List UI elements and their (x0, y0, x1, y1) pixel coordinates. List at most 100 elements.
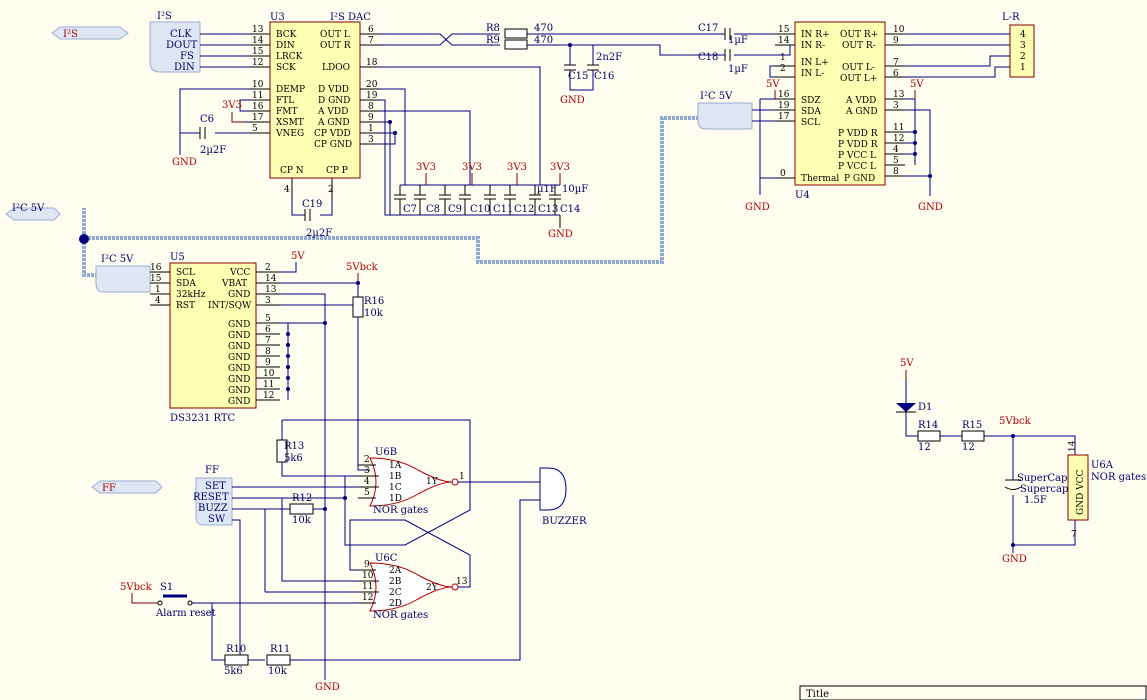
v5-u5: 5V (291, 251, 305, 262)
svg-text:IN L-: IN L- (801, 69, 824, 79)
r14-body (917, 430, 941, 442)
svg-text:U6A: U6A (1091, 460, 1114, 471)
i2c-port-left[interactable]: I²C 5V (5, 203, 61, 221)
svg-text:VCC: VCC (229, 268, 250, 278)
svg-text:RST: RST (176, 301, 195, 311)
svg-text:C13: C13 (538, 204, 558, 215)
svg-text:4: 4 (284, 185, 290, 195)
svg-text:D VDD: D VDD (318, 85, 349, 95)
svg-text:VBAT: VBAT (221, 279, 247, 289)
r12-value: 10k (292, 515, 312, 526)
svg-text:OUT R: OUT R (320, 41, 351, 51)
svg-text:FF: FF (102, 483, 116, 494)
svg-text:10µF: 10µF (562, 184, 588, 195)
ff-sig-set: SET (205, 481, 226, 492)
r10-body (224, 654, 249, 666)
r16-body (352, 296, 364, 318)
svg-text:12: 12 (362, 593, 373, 603)
i2s-port[interactable]: I²S (51, 26, 129, 40)
v5-d1: 5V (900, 358, 914, 369)
svg-text:A GND: A GND (317, 118, 350, 128)
svg-text:470: 470 (534, 35, 553, 46)
r13-ref: R13 (284, 441, 304, 452)
svg-text:D GND: D GND (318, 96, 350, 106)
c6-value: 2µ2F (200, 145, 226, 156)
ff-port[interactable]: FF (91, 480, 163, 494)
svg-text:GND: GND (228, 386, 250, 396)
svg-text:OUT R+: OUT R+ (840, 30, 878, 40)
svg-text:1: 1 (780, 53, 786, 63)
v5-u4-sdz: 5V (766, 79, 780, 90)
d1-ref: D1 (918, 402, 932, 413)
c16-ref: C16 (594, 71, 614, 82)
v5bck-u5: 5Vbck (346, 262, 379, 273)
svg-text:4: 4 (1020, 30, 1026, 40)
gnd-u4-left: GND (745, 202, 770, 213)
r12-body (289, 503, 314, 515)
svg-text:U6B: U6B (375, 447, 397, 458)
svg-text:SDZ: SDZ (801, 96, 821, 106)
svg-text:A VDD: A VDD (845, 96, 876, 106)
gnd-c6: GND (172, 157, 197, 168)
r14-value: 12 (918, 442, 931, 453)
svg-text:GND: GND (228, 397, 250, 407)
svg-text:GND: GND (228, 331, 250, 341)
svg-text:2C: 2C (389, 588, 402, 598)
svg-text:2: 2 (364, 455, 370, 465)
u5-rtc: U5 DS3231 RTC 16 SCL 15 SDA 1 32kHz 4 RST VC… (150, 252, 280, 424)
svg-text:2A: 2A (389, 566, 402, 576)
svg-text:1B: 1B (389, 472, 402, 482)
c19-ref: C19 (302, 199, 322, 210)
c15-16-value: 2n2F (596, 52, 622, 63)
gnd-bottom: GND (315, 682, 340, 693)
u6a-gate-power: GND VCC U6A NOR gates 14 7 (1067, 440, 1146, 540)
c15-ref: C15 (568, 71, 588, 82)
svg-text:OUT R-: OUT R- (842, 41, 876, 51)
c19-value: 2µ2F (306, 228, 332, 239)
svg-text:GND: GND (228, 342, 250, 352)
u6b-gate: U6B 1A 1B 1C 1D 1Y 2 3 4 5 1 NOR gates (358, 447, 465, 516)
r16-ref: R16 (364, 296, 384, 307)
alarm-reset-switch[interactable]: 5Vbck S1 Alarm reset (120, 582, 216, 619)
svg-text:C10: C10 (470, 204, 490, 215)
r11-value: 10k (268, 666, 288, 677)
svg-text:470: 470 (534, 23, 553, 34)
svg-text:1Y: 1Y (426, 477, 439, 487)
svg-text:GND: GND (228, 375, 250, 385)
svg-text:1: 1 (459, 472, 465, 482)
c18-value: 1µF (728, 64, 748, 75)
svg-text:DIN: DIN (276, 41, 295, 51)
svg-text:XSMT: XSMT (276, 118, 304, 128)
c17-value: 1µF (728, 35, 748, 46)
supercap-name: Supercap (1020, 484, 1068, 495)
u4-amp: U4 15 IN R+ 14 IN R- 1 IN L+ 2 IN L- 16SDZ 1… (775, 21, 905, 201)
svg-text:C14: C14 (560, 204, 580, 215)
svg-text:C9: C9 (448, 204, 462, 215)
c17-ref: C17 (698, 23, 718, 34)
svg-text:INT/SQW: INT/SQW (208, 301, 252, 311)
svg-text:NOR gates: NOR gates (373, 610, 428, 621)
r16-value: 10k (364, 308, 384, 319)
svg-text:FMT: FMT (276, 107, 297, 117)
i2s-sig-3: DIN (174, 62, 195, 73)
d1-diode (896, 403, 916, 412)
svg-text:2: 2 (328, 185, 334, 195)
i2s-sig-1: DOUT (166, 40, 198, 51)
svg-text:2B: 2B (389, 577, 402, 587)
r12-ref: R12 (292, 493, 312, 504)
svg-text:P VDD R: P VDD R (838, 129, 878, 139)
svg-text:LRCK: LRCK (276, 52, 303, 62)
svg-text:2Y: 2Y (426, 583, 439, 593)
svg-text:LDOO: LDOO (322, 63, 350, 73)
r11-ref: R11 (270, 644, 290, 655)
svg-text:BCK: BCK (276, 30, 297, 40)
svg-text:CP VDD: CP VDD (314, 129, 351, 139)
svg-text:I²S: I²S (63, 29, 78, 40)
i2c-bus-junction (79, 234, 89, 244)
svg-text:P VDD R: P VDD R (838, 140, 878, 150)
svg-text:P VCC L: P VCC L (838, 151, 876, 161)
svg-text:GND VCC: GND VCC (1076, 469, 1086, 515)
svg-text:Alarm reset: Alarm reset (155, 608, 216, 619)
svg-text:3V3: 3V3 (416, 162, 436, 173)
gnd-u4-right: GND (918, 202, 943, 213)
